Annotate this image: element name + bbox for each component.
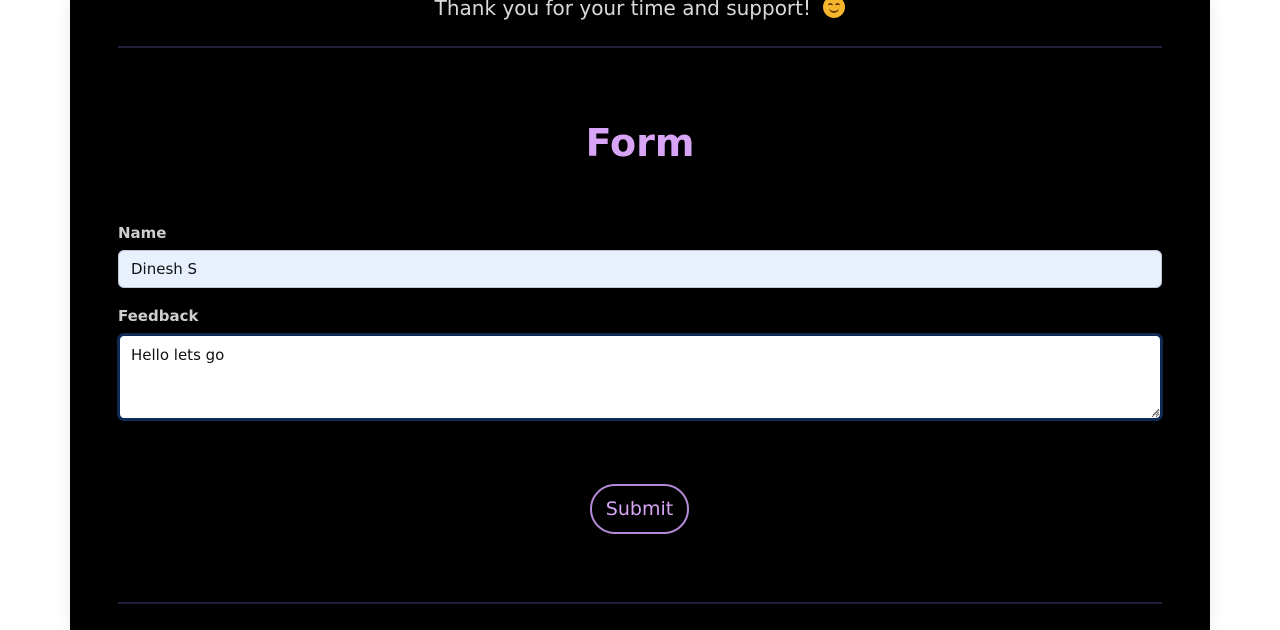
smiling-face-icon <box>823 0 846 18</box>
submit-button[interactable]: Submit <box>590 484 689 534</box>
name-input[interactable]: Dinesh S <box>118 250 1162 288</box>
name-label: Name <box>118 224 167 242</box>
thanks-text: Thank you for your time and support! <box>434 0 812 20</box>
page-container: Thank you for your time and support! For… <box>70 0 1210 630</box>
feedback-textarea[interactable]: Hello lets go <box>117 333 1163 421</box>
thanks-message: Thank you for your time and support! <box>70 0 1210 22</box>
form-title: Form <box>585 121 695 165</box>
top-divider <box>118 46 1162 48</box>
bottom-divider <box>118 602 1162 604</box>
feedback-label: Feedback <box>118 307 199 325</box>
